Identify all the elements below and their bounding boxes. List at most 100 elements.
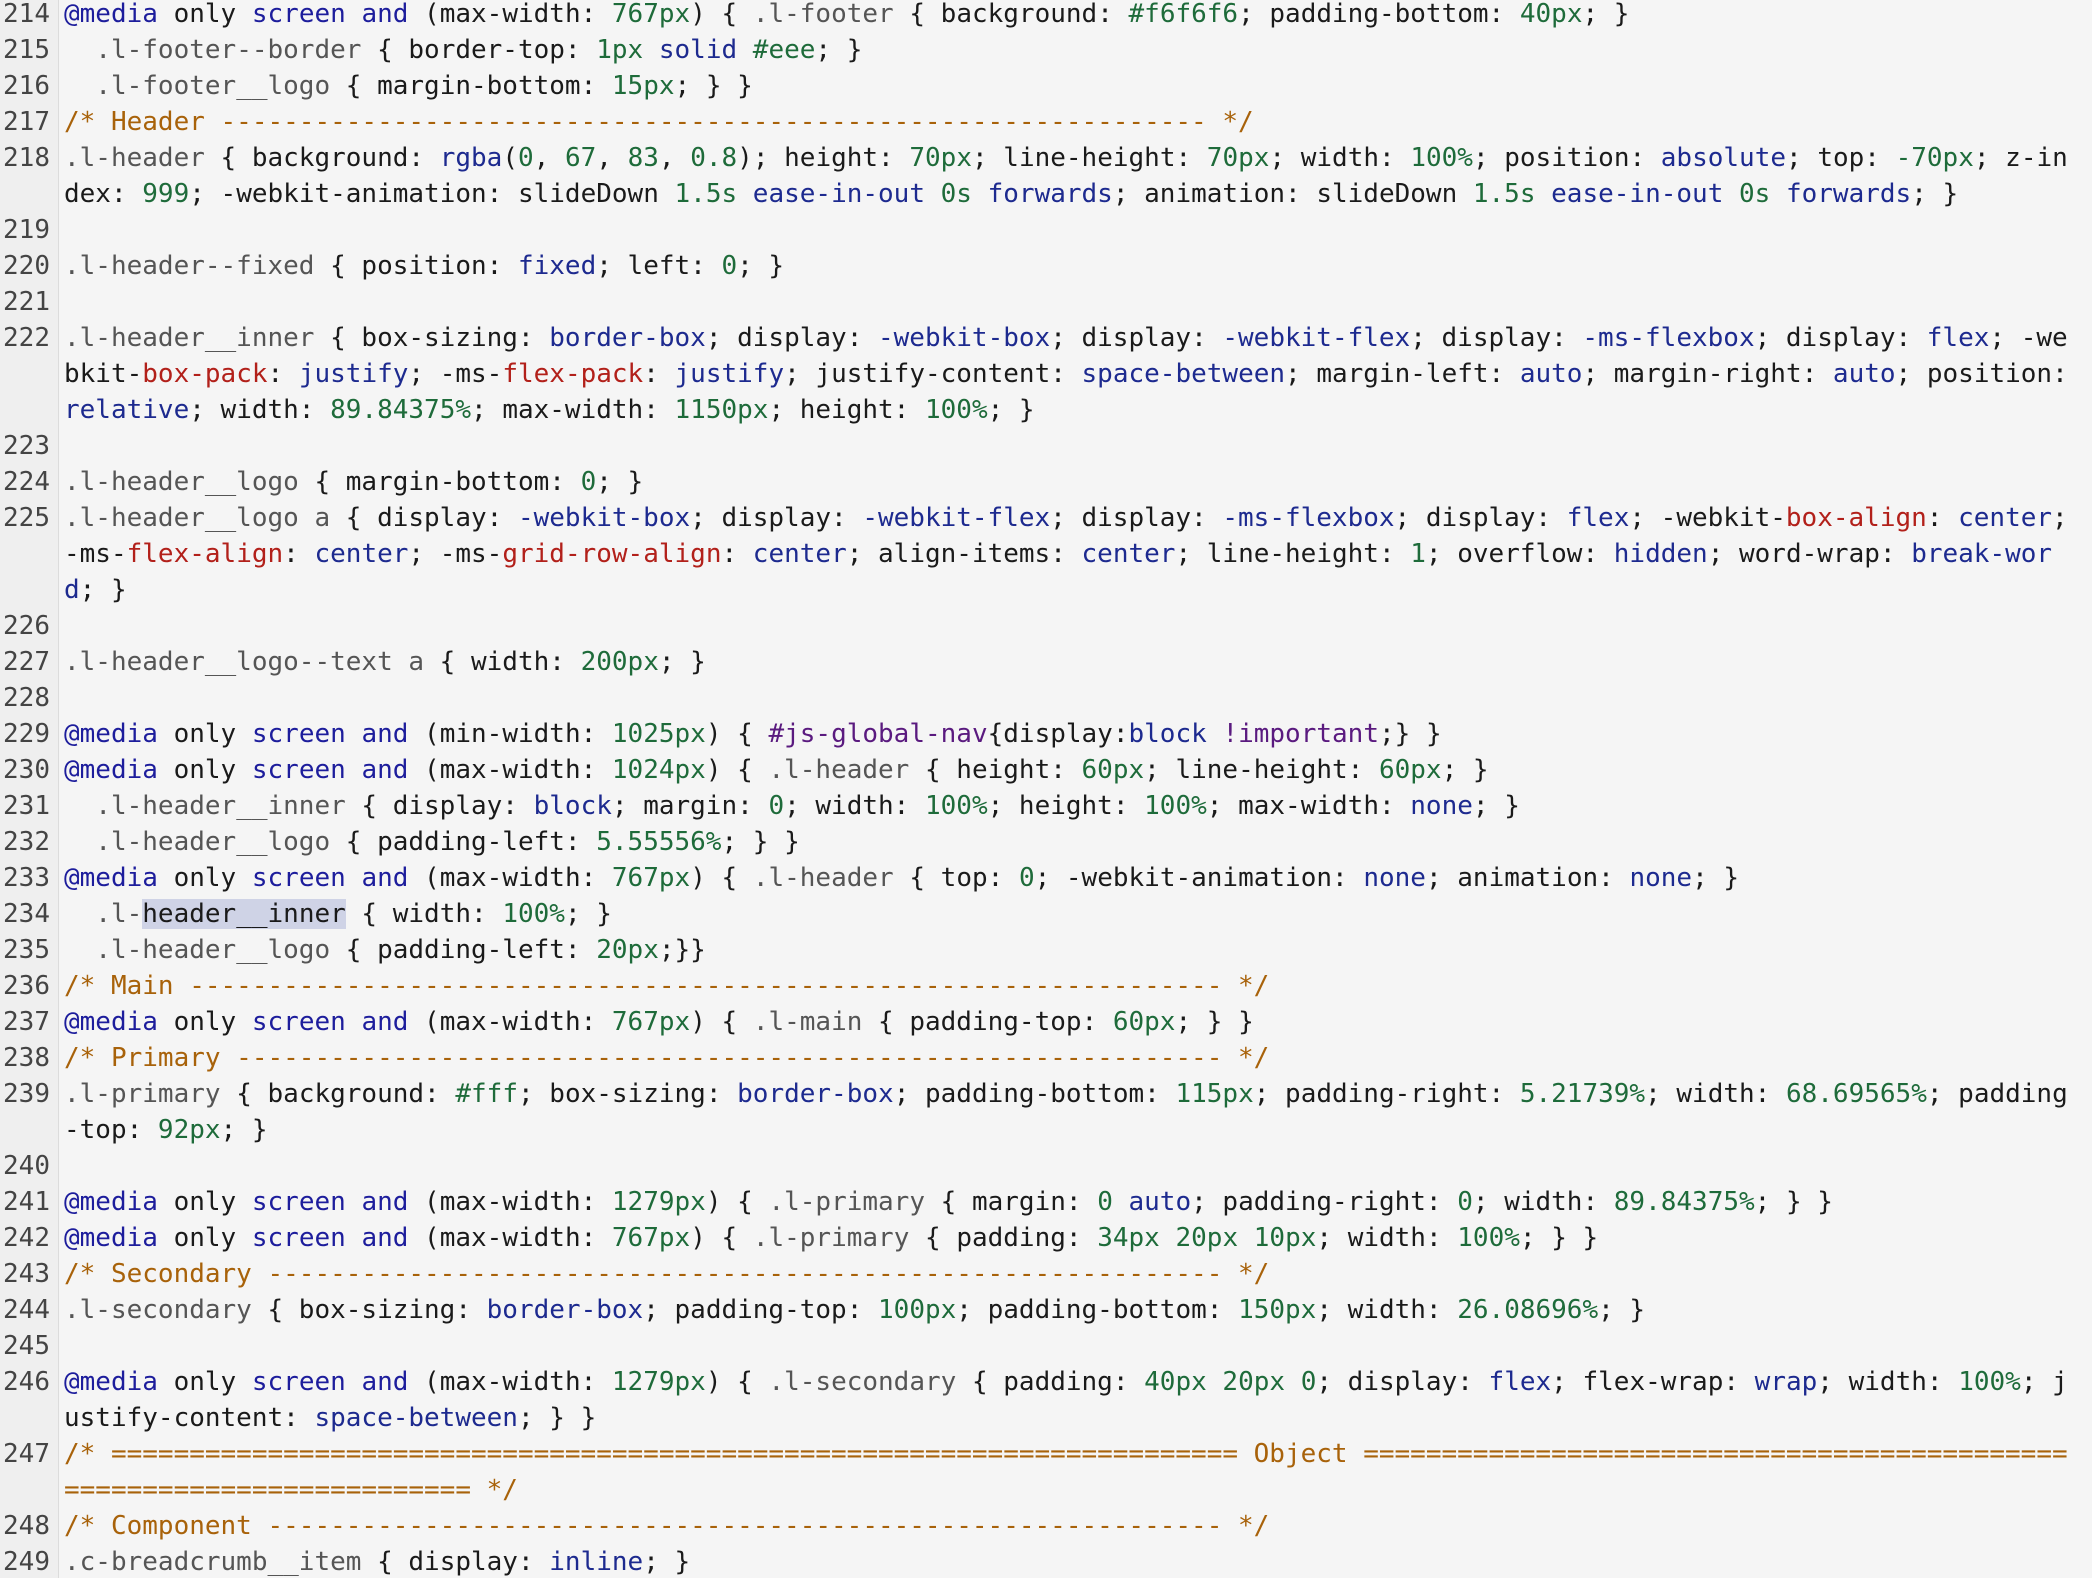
code-line[interactable]: 222 .l-header__inner { box-sizing: border… <box>0 320 2092 428</box>
code-token: { padding-top: <box>862 1007 1113 1037</box>
code-token: 150px <box>1238 1295 1317 1325</box>
code-text[interactable]: .l-header__inner { width: 100%; } <box>58 896 2092 932</box>
code-line[interactable]: 217 /* Header ---------------------------… <box>0 104 2092 140</box>
code-text[interactable]: /* Primary -----------------------------… <box>58 1040 2092 1076</box>
code-line[interactable]: 243 /* Secondary ------------------------… <box>0 1256 2092 1292</box>
code-line[interactable]: 246 @media only screen and (max-width: 12… <box>0 1364 2092 1436</box>
code-text[interactable]: .l-header__logo--text a { width: 200px; … <box>58 644 2092 680</box>
code-text[interactable] <box>58 1328 2092 1364</box>
code-text[interactable]: /* Main --------------------------------… <box>58 968 2092 1004</box>
code-line[interactable]: 242 @media only screen and (max-width: 76… <box>0 1220 2092 1256</box>
code-viewer[interactable]: 214 @media only screen and (max-width: 76… <box>0 0 2092 1578</box>
code-text[interactable]: /* =====================================… <box>58 1436 2092 1508</box>
code-text[interactable] <box>58 212 2092 248</box>
code-text[interactable]: /* Component ---------------------------… <box>58 1508 2092 1544</box>
code-line[interactable]: 241 @media only screen and (max-width: 12… <box>0 1184 2092 1220</box>
code-line[interactable]: 214 @media only screen and (max-width: 76… <box>0 0 2092 32</box>
code-line[interactable]: 245 <box>0 1328 2092 1364</box>
code-text[interactable]: .l-header--fixed { position: fixed; left… <box>58 248 2092 284</box>
code-token: absolute <box>1660 143 1787 173</box>
code-line[interactable]: 249 .c-breadcrumb__item { display: inline… <box>0 1544 2092 1578</box>
code-line[interactable]: 223 <box>0 428 2092 464</box>
code-text[interactable]: .l-header { background: rgba(0, 67, 83, … <box>58 140 2092 212</box>
code-line[interactable]: 226 <box>0 608 2092 644</box>
code-line[interactable]: 237 @media only screen and (max-width: 76… <box>0 1004 2092 1040</box>
code-token: 89.84375% <box>330 395 472 425</box>
code-text[interactable]: /* Secondary ---------------------------… <box>58 1256 2092 1292</box>
code-token: ; max-width: <box>471 395 675 425</box>
code-line[interactable]: 228 <box>0 680 2092 716</box>
code-area[interactable]: 214 @media only screen and (max-width: 76… <box>0 0 2092 1578</box>
code-token: 68.69565% <box>1785 1079 1927 1109</box>
code-line[interactable]: 215 .l-footer--border { border-top: 1px … <box>0 32 2092 68</box>
code-line[interactable]: 248 /* Component ------------------------… <box>0 1508 2092 1544</box>
code-line[interactable]: 221 <box>0 284 2092 320</box>
code-line[interactable]: 218 .l-header { background: rgba(0, 67, 8… <box>0 140 2092 212</box>
code-token: fixed <box>517 251 597 281</box>
code-line[interactable]: 230 @media only screen and (max-width: 10… <box>0 752 2092 788</box>
code-line[interactable]: 233 @media only screen and (max-width: 76… <box>0 860 2092 896</box>
code-token: ; animation: <box>1425 863 1630 893</box>
code-text[interactable]: @media only screen and (max-width: 767px… <box>58 0 2092 32</box>
code-text[interactable]: /* Header ------------------------------… <box>58 104 2092 140</box>
code-line[interactable]: 235 .l-header__logo { padding-left: 20px… <box>0 932 2092 968</box>
code-text[interactable]: .c-breadcrumb__item { display: inline; } <box>58 1544 2092 1578</box>
code-token: { border-top: <box>361 35 597 65</box>
code-text[interactable]: @media only screen and (max-width: 1279p… <box>58 1364 2092 1436</box>
code-text[interactable]: .l-header__inner { display: block; margi… <box>58 788 2092 824</box>
code-token: ; padding-top: <box>643 1295 879 1325</box>
code-token: 40px <box>1144 1367 1207 1397</box>
code-text[interactable]: .l-primary { background: #fff; box-sizin… <box>58 1076 2092 1148</box>
code-line[interactable]: 239 .l-primary { background: #fff; box-si… <box>0 1076 2092 1148</box>
code-token: : <box>283 539 315 569</box>
code-text[interactable]: .l-header__logo { margin-bottom: 0; } <box>58 464 2092 500</box>
code-line[interactable]: 225 .l-header__logo a { display: -webkit-… <box>0 500 2092 608</box>
code-text[interactable] <box>58 608 2092 644</box>
code-token: ; padding-right: <box>1253 1079 1520 1109</box>
code-text[interactable]: @media only screen and (max-width: 767px… <box>58 1220 2092 1256</box>
code-token: -webkit-box <box>517 503 691 533</box>
code-text[interactable]: @media only screen and (min-width: 1025p… <box>58 716 2092 752</box>
code-token: 0 <box>1457 1187 1473 1217</box>
code-text[interactable]: .l-header__logo a { display: -webkit-box… <box>58 500 2092 608</box>
code-line[interactable]: 236 /* Main -----------------------------… <box>0 968 2092 1004</box>
code-text[interactable]: @media only screen and (max-width: 767px… <box>58 860 2092 896</box>
code-token: 10px <box>1253 1223 1317 1253</box>
code-text[interactable]: @media only screen and (max-width: 767px… <box>58 1004 2092 1040</box>
code-line[interactable]: 232 .l-header__logo { padding-left: 5.55… <box>0 824 2092 860</box>
code-token: ; } <box>737 251 785 281</box>
code-token: { margin-bottom: <box>298 467 581 497</box>
code-text[interactable]: .l-footer--border { border-top: 1px soli… <box>58 32 2092 68</box>
code-token: ; } } <box>1754 1187 1833 1217</box>
code-token: none <box>1363 863 1426 893</box>
code-text[interactable]: .l-header__inner { box-sizing: border-bo… <box>58 320 2092 428</box>
code-token: ) { <box>690 0 753 29</box>
code-line[interactable]: 244 .l-secondary { box-sizing: border-box… <box>0 1292 2092 1328</box>
code-text[interactable] <box>58 1148 2092 1184</box>
code-line[interactable]: 219 <box>0 212 2092 248</box>
code-text[interactable] <box>58 428 2092 464</box>
code-text[interactable] <box>58 284 2092 320</box>
code-line[interactable]: 234 .l-header__inner { width: 100%; } <box>0 896 2092 932</box>
code-text[interactable] <box>58 680 2092 716</box>
code-line[interactable]: 224 .l-header__logo { margin-bottom: 0; } <box>0 464 2092 500</box>
code-line[interactable]: 227 .l-header__logo--text a { width: 200p… <box>0 644 2092 680</box>
code-text[interactable]: .l-header__logo { padding-left: 20px;}} <box>58 932 2092 968</box>
code-line[interactable]: 238 /* Primary --------------------------… <box>0 1040 2092 1076</box>
code-line[interactable]: 231 .l-header__inner { display: block; m… <box>0 788 2092 824</box>
code-line[interactable]: 229 @media only screen and (min-width: 10… <box>0 716 2092 752</box>
code-line[interactable]: 220 .l-header--fixed { position: fixed; l… <box>0 248 2092 284</box>
code-line[interactable]: 247 /* ==================================… <box>0 1436 2092 1508</box>
code-token: ; height: <box>768 395 925 425</box>
code-text[interactable]: @media only screen and (max-width: 1024p… <box>58 752 2092 788</box>
code-line[interactable]: 240 <box>0 1148 2092 1184</box>
code-text[interactable]: @media only screen and (max-width: 1279p… <box>58 1184 2092 1220</box>
code-line[interactable]: 216 .l-footer__logo { margin-bottom: 15p… <box>0 68 2092 104</box>
code-text[interactable]: .l-footer__logo { margin-bottom: 15px; }… <box>58 68 2092 104</box>
code-text[interactable]: .l-secondary { box-sizing: border-box; p… <box>58 1292 2092 1328</box>
code-text[interactable]: .l-header__logo { padding-left: 5.55556%… <box>58 824 2092 860</box>
code-token: ; display: <box>1316 1367 1489 1397</box>
